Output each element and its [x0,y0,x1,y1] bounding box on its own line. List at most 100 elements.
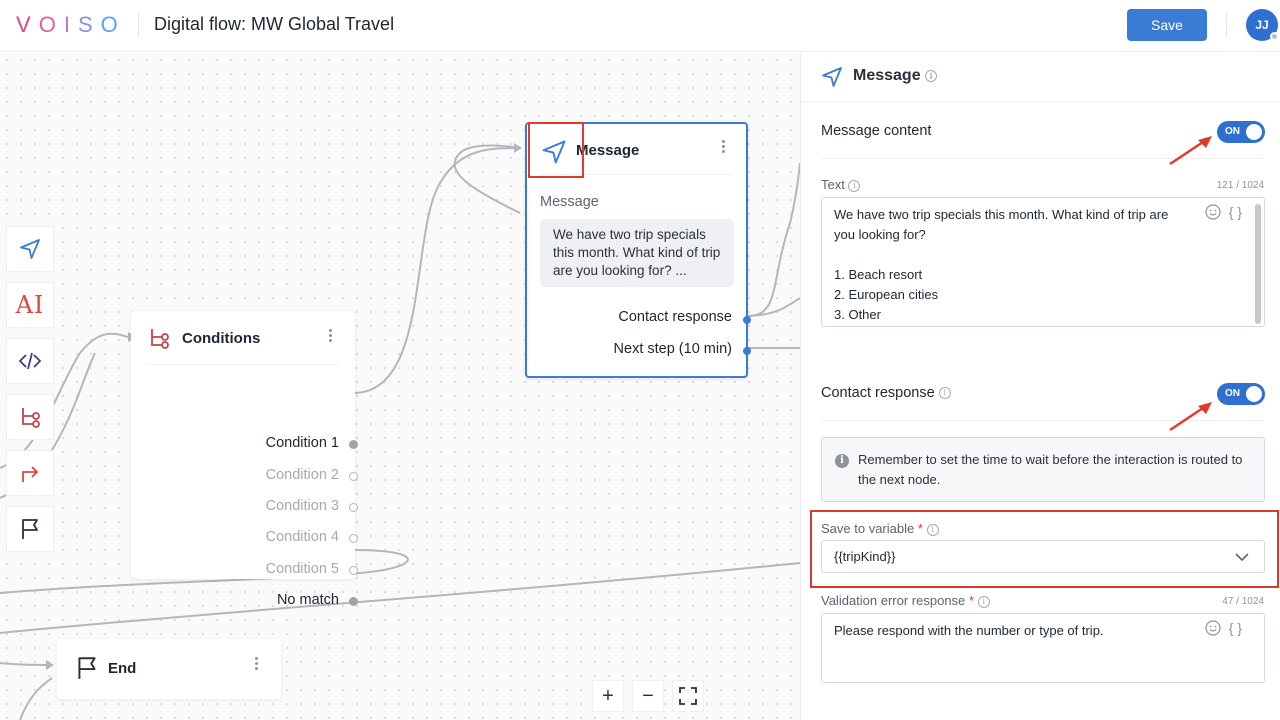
text-char-counter: 121 / 1024 [1216,180,1264,191]
voiso-logo[interactable]: VOISO [16,12,126,38]
tool-end[interactable] [6,506,54,552]
save-to-variable-select[interactable]: {{tripKind}} [821,540,1265,573]
condition-row[interactable]: No match [277,592,339,608]
selected-variable: {{tripKind}} [834,549,896,564]
message-content-toggle[interactable]: ON [1217,121,1265,143]
validation-label: Validation error response * i [821,593,990,608]
contact-response-text: Contact response [821,385,935,401]
more-options-icon[interactable] [721,140,725,155]
info-icon[interactable]: i [938,387,951,400]
tool-message[interactable] [6,226,54,272]
logo-letter: I [63,12,78,37]
divider [147,364,339,365]
message-text-input[interactable]: We have two trip specials this month. Wh… [821,197,1265,327]
text-label: Text i [821,177,861,192]
message-preview: We have two trip specials this month. Wh… [540,219,734,287]
annotation-arrow [1169,402,1212,432]
save-button[interactable]: Save [1127,9,1207,41]
condition-row[interactable]: Condition 4 [266,529,339,545]
panel-header: Message i [801,53,1280,102]
page-title: Digital flow: MW Global Travel [154,14,395,34]
node-title: Conditions [182,329,261,347]
conditions-node-header: Conditions [147,325,260,351]
condition-row[interactable]: Condition 3 [266,498,339,514]
validation-error-input[interactable]: Please respond with the number or type o… [821,613,1265,683]
ai-icon: AI [15,291,45,319]
save-to-variable-label: Save to variable * i [821,521,939,536]
output-port[interactable] [349,440,358,449]
variable-icon[interactable]: { } [1229,204,1242,220]
status-dot [1270,32,1279,41]
send-icon [20,239,40,259]
conditions-icon [22,408,40,428]
tool-code[interactable] [6,338,54,384]
output-port[interactable] [349,534,358,543]
fit-view-button[interactable] [672,680,704,712]
required-mark: * [917,521,923,536]
validation-label-text: Validation error response [821,593,966,608]
output-port[interactable] [349,566,358,575]
panel-title-text: Message [853,67,921,84]
divider [1226,12,1227,38]
conditions-icon [151,329,169,349]
node-title: Message [576,142,640,159]
send-icon [822,67,842,87]
output-port[interactable] [349,472,358,481]
emoji-icon[interactable] [1205,620,1221,636]
info-icon[interactable]: i [925,69,938,82]
chevron-down-icon [1235,553,1249,562]
divider [138,12,139,38]
toggle-state: ON [1225,388,1240,399]
contact-response-toggle[interactable]: ON [1217,383,1265,405]
condition-row[interactable]: Condition 1 [266,435,339,451]
scrollbar[interactable] [1255,204,1261,324]
info-icon: i [835,454,849,468]
condition-row[interactable]: Condition 2 [266,467,339,483]
message-label: Message [540,194,599,210]
redirect-icon [22,466,39,482]
variable-icon[interactable]: { } [1229,620,1242,636]
panel-title: Message i [853,67,938,85]
logo-letter: V [16,12,39,37]
top-bar: VOISO Digital flow: MW Global Travel Sav… [0,0,1280,52]
more-options-icon[interactable] [254,657,258,672]
tool-conditions[interactable] [6,394,54,440]
node-toolbox: AI [6,226,54,562]
annotation-arrow [1169,136,1212,166]
node-title: End [108,660,137,677]
tool-ai[interactable]: AI [6,282,54,328]
logo-letter: S [77,12,101,37]
notice-text: Remember to set the time to wait before … [858,452,1243,487]
output-contact-response: Contact response [618,309,732,325]
zoom-out-button[interactable]: − [632,680,664,712]
validation-char-counter: 47 / 1024 [1222,596,1264,607]
toggle-state: ON [1225,126,1240,137]
required-mark: * [968,593,974,608]
output-port[interactable] [349,597,358,606]
tool-redirect[interactable] [6,450,54,496]
info-icon[interactable]: i [926,523,939,536]
validation-error-value: Please respond with the number or type o… [834,623,1104,638]
message-content-label: Message content [821,123,932,139]
emoji-icon[interactable] [1205,204,1221,220]
output-ports[interactable] [742,315,752,355]
conditions-node[interactable]: Conditions Condition 1 Condition 2 Conditi… [131,311,358,608]
code-icon [18,352,42,370]
end-node[interactable]: End [57,639,281,699]
output-port[interactable] [349,503,358,512]
message-text-value: We have two trip specials this month. Wh… [834,207,1169,322]
info-icon[interactable]: i [848,179,861,192]
more-options-icon[interactable] [328,329,332,344]
zoom-in-button[interactable]: + [592,680,624,712]
info-icon[interactable]: i [977,595,990,608]
info-notice: i Remember to set the time to wait befor… [821,437,1265,502]
condition-row[interactable]: Condition 5 [266,561,339,577]
contact-response-label: Contact response i [821,385,951,401]
text-label-text: Text [821,177,845,192]
flag-icon [78,657,96,679]
flow-canvas[interactable]: AI Conditions Condition 1 Condition 2 Cond… [0,53,800,720]
save-to-variable-text: Save to variable [821,521,915,536]
fullscreen-icon [679,687,697,705]
flag-icon [22,519,38,539]
logo-letter: O [38,12,64,37]
